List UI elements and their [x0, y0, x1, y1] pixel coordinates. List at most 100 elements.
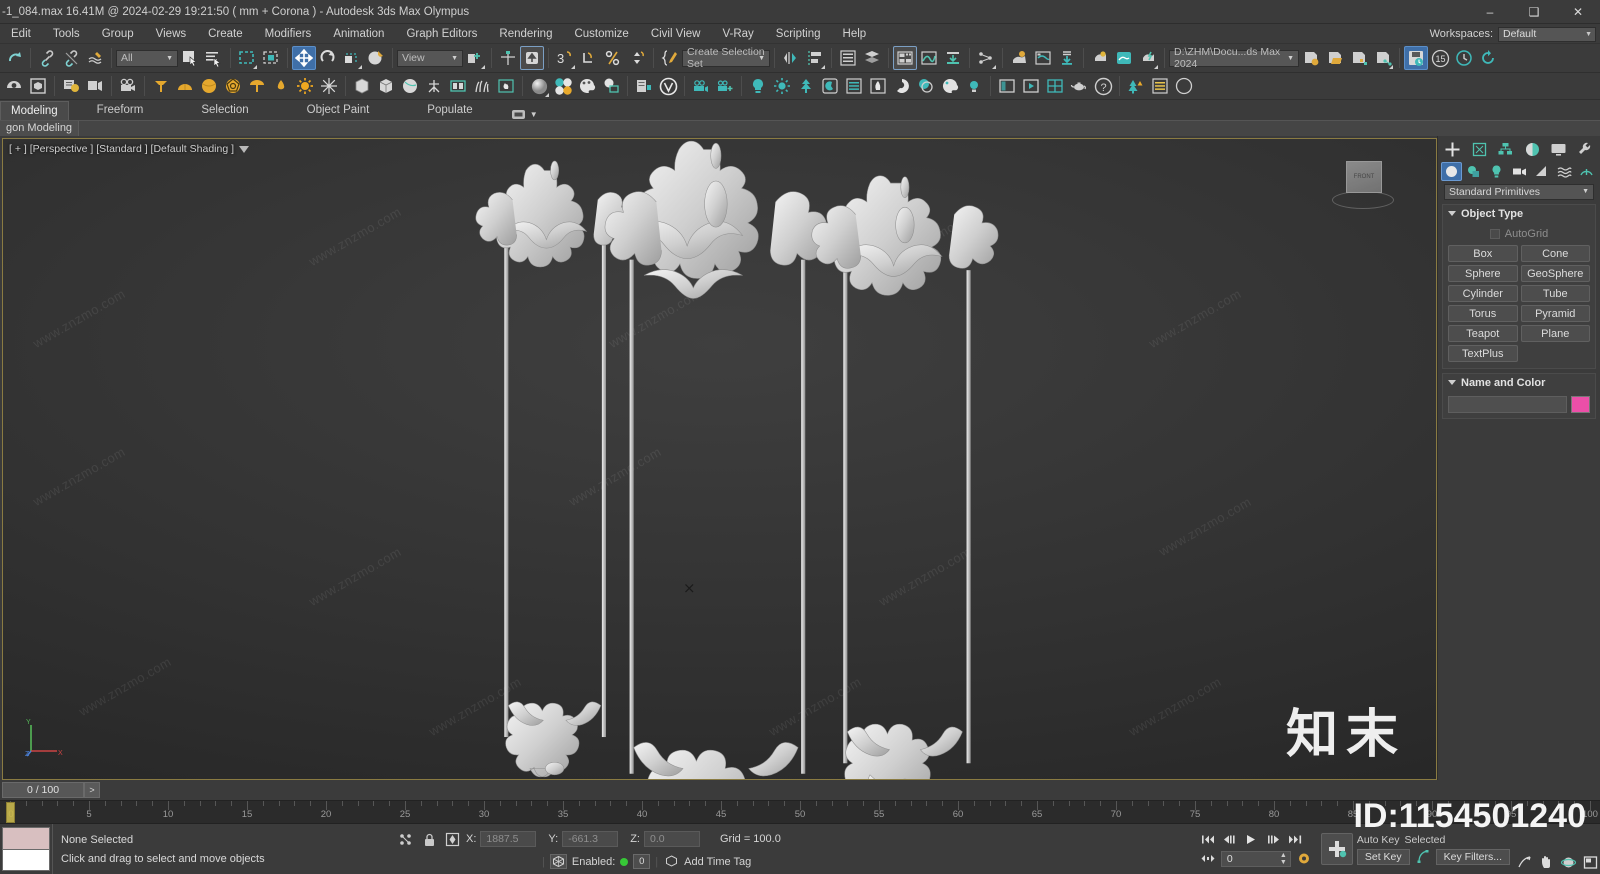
track-bar[interactable]: 5 10 15 20 25 30 35 40 45 50 55 60 65 70 75 80 85 90 95 100… — [0, 800, 1600, 824]
menu-vray[interactable]: V-Ray — [711, 24, 764, 44]
select-and-rotate-icon[interactable] — [316, 46, 340, 70]
select-by-name-icon[interactable] — [202, 46, 226, 70]
menu-graph-editors[interactable]: Graph Editors — [395, 24, 488, 44]
corona-light-icon[interactable] — [149, 74, 173, 98]
go-to-end-icon[interactable] — [1287, 832, 1305, 847]
menu-civil-view[interactable]: Civil View — [640, 24, 712, 44]
save-settings-icon[interactable] — [1299, 46, 1323, 70]
add-time-tag-label[interactable]: Add Time Tag — [684, 856, 751, 868]
orbit-icon[interactable] — [1558, 853, 1578, 871]
autosave-icon[interactable] — [1404, 46, 1428, 70]
schematic-view-icon[interactable] — [941, 46, 965, 70]
material-slots-icon[interactable] — [551, 74, 575, 98]
maxscript-mini-listener[interactable] — [0, 824, 52, 874]
material-palette-icon[interactable] — [575, 74, 599, 98]
y-coordinate-input[interactable]: -661.3 — [562, 831, 619, 847]
selection-filter-combo[interactable]: All ▼ — [116, 49, 178, 67]
filter-funnel-icon[interactable] — [239, 146, 250, 153]
display-tab-icon[interactable] — [1546, 139, 1572, 159]
systems-icon[interactable] — [1576, 162, 1597, 181]
utilities-tab-icon[interactable] — [1573, 139, 1599, 159]
extra-tool-icon[interactable] — [1172, 74, 1196, 98]
mirror-icon[interactable] — [779, 46, 803, 70]
save-incremental-icon[interactable] — [1371, 46, 1395, 70]
scene-converter-icon[interactable] — [2, 74, 26, 98]
close-button[interactable]: ✕ — [1556, 0, 1600, 24]
render-frame-window-icon[interactable] — [1055, 46, 1079, 70]
render-activeshade-icon[interactable] — [1136, 46, 1160, 70]
create-cylinder-button[interactable]: Cylinder — [1448, 285, 1518, 302]
angle-snap-icon[interactable]: 3 — [553, 46, 577, 70]
menu-tools[interactable]: Tools — [42, 24, 91, 44]
cameras-icon[interactable] — [1509, 162, 1530, 181]
time-slider-next-button[interactable]: > — [84, 782, 100, 798]
object-name-input[interactable] — [1448, 396, 1567, 413]
create-torus-button[interactable]: Torus — [1448, 305, 1518, 322]
layer-explorer-icon[interactable] — [836, 46, 860, 70]
create-tab-icon[interactable] — [1440, 139, 1466, 159]
create-sphere-button[interactable]: Sphere — [1448, 265, 1518, 282]
ribbon-tab-populate[interactable]: Populate — [417, 101, 482, 120]
vray-camera-icon[interactable] — [689, 74, 713, 98]
menu-views[interactable]: Views — [145, 24, 197, 44]
key-count-box[interactable]: 0 — [633, 854, 651, 869]
select-and-scale-icon[interactable] — [340, 46, 364, 70]
angle-snap-toggle-icon[interactable] — [577, 46, 601, 70]
menu-create[interactable]: Create — [197, 24, 254, 44]
key-mode-icon[interactable] — [549, 854, 567, 869]
material-map-browser-icon[interactable] — [599, 74, 623, 98]
vray-fur-obj-icon[interactable] — [866, 74, 890, 98]
camera-icon[interactable] — [116, 74, 140, 98]
asset-tracking-icon[interactable] — [26, 74, 50, 98]
vray-material-icon[interactable] — [818, 74, 842, 98]
create-box-button[interactable]: Box — [1448, 245, 1518, 262]
vray-camera-add-icon[interactable] — [713, 74, 737, 98]
view-cube-ring[interactable] — [1332, 191, 1394, 209]
time-slider[interactable]: 0 / 100 > — [0, 780, 1600, 800]
vray-light-bulb-icon[interactable] — [746, 74, 770, 98]
corona-scatter-icon[interactable] — [221, 74, 245, 98]
history-icon[interactable] — [1452, 46, 1476, 70]
vray-logo-icon[interactable] — [656, 74, 680, 98]
vray-ies-light-icon[interactable] — [962, 74, 986, 98]
autogrid-row[interactable]: AutoGrid — [1448, 226, 1590, 242]
select-link-icon[interactable] — [35, 46, 59, 70]
vray-fur-icon[interactable] — [470, 74, 494, 98]
camera-sequencer-icon[interactable] — [83, 74, 107, 98]
sphere-highlight-icon[interactable] — [398, 74, 422, 98]
redo-icon[interactable] — [2, 46, 26, 70]
refresh-icon[interactable] — [1476, 46, 1500, 70]
place-icon[interactable] — [364, 46, 388, 70]
space-warps-icon[interactable] — [1554, 162, 1575, 181]
view-cube-face[interactable]: FRONT — [1346, 161, 1382, 193]
ribbon-minimize-button[interactable]: ▼ — [511, 109, 538, 120]
bind-space-warp-icon[interactable] — [83, 46, 107, 70]
unlink-icon[interactable] — [59, 46, 83, 70]
pan-hand-icon[interactable] — [1536, 853, 1556, 871]
menu-customize[interactable]: Customize — [563, 24, 639, 44]
vray-layers-icon[interactable] — [914, 74, 938, 98]
view-cube[interactable]: FRONT — [1332, 157, 1394, 209]
autogrid-checkbox[interactable] — [1489, 229, 1500, 239]
geometry-icon[interactable] — [374, 74, 398, 98]
maxscript-listener-icon[interactable] — [59, 74, 83, 98]
menu-rendering[interactable]: Rendering — [488, 24, 563, 44]
maximize-viewport-icon[interactable] — [1580, 853, 1600, 871]
primitive-category-combo[interactable]: Standard Primitives ▼ — [1444, 184, 1594, 200]
reference-coord-combo[interactable]: View ▼ — [397, 49, 463, 67]
viewport-label[interactable]: [ + ] [Perspective ] [Standard ] [Defaul… — [9, 143, 250, 155]
object-type-header[interactable]: Object Type — [1443, 205, 1595, 222]
corona-sun-light-icon[interactable] — [245, 74, 269, 98]
shapes-icon[interactable] — [1464, 162, 1485, 181]
time-slider-handle[interactable]: 0 / 100 — [2, 782, 84, 798]
render-iterative-icon[interactable] — [1112, 46, 1136, 70]
scene-explorer-icon[interactable] — [893, 46, 917, 70]
mini-listener-input[interactable] — [2, 849, 50, 871]
menu-edit[interactable]: Edit — [0, 24, 42, 44]
x-coordinate-input[interactable]: 1887.5 — [480, 831, 537, 847]
create-teapot-button[interactable]: Teapot — [1448, 325, 1518, 342]
particle-view-icon[interactable] — [974, 46, 998, 70]
next-frame-icon[interactable] — [1265, 832, 1283, 847]
workspaces-combo[interactable]: Default ▼ — [1498, 26, 1596, 42]
split-viewport-icon[interactable] — [1043, 74, 1067, 98]
